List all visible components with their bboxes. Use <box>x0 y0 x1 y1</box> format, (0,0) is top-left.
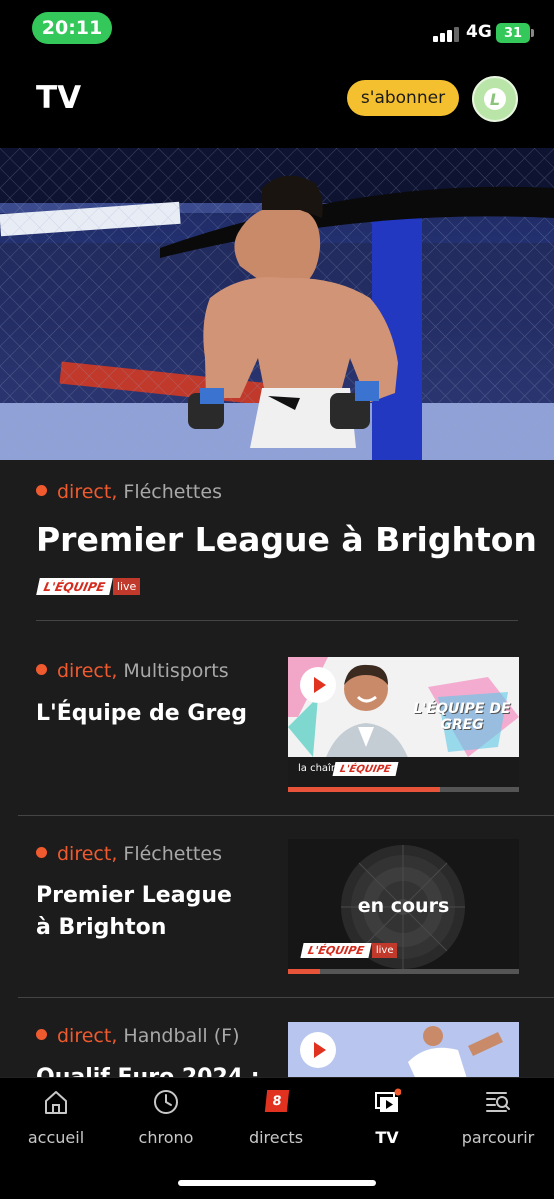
tab-parcourir[interactable]: parcourir <box>443 1078 553 1158</box>
signal-icon <box>433 26 461 42</box>
battery-cap <box>531 29 534 37</box>
hero-live-label: direct, <box>57 481 118 503</box>
row-1-thumb-brand: L'ÉQUIPE <box>332 762 399 776</box>
divider <box>36 620 518 621</box>
row-2-category: Fléchettes <box>123 843 222 865</box>
row-1-thumbnail[interactable]: L'ÉQUIPE DE GREG la chaîne L'ÉQUIPE <box>288 657 519 787</box>
brand-name: L'ÉQUIPE <box>36 578 113 595</box>
row-3-live-label: direct, <box>57 1025 118 1047</box>
profile-avatar[interactable]: L <box>472 76 518 122</box>
row-1-progress-bar <box>288 787 519 792</box>
tab-parcourir-label: parcourir <box>461 1128 535 1147</box>
divider <box>18 997 554 998</box>
row-3-meta: direct, Handball (F) <box>36 1025 240 1047</box>
top-header: TV s'abonner L <box>0 62 554 148</box>
subscribe-button[interactable]: s'abonner <box>347 80 459 116</box>
divider <box>18 815 554 816</box>
tab-directs[interactable]: 8 directs <box>221 1078 331 1158</box>
row-2-thumb-brand-logo: L'ÉQUIPE live <box>300 943 398 958</box>
clock-icon <box>154 1090 178 1114</box>
tab-accueil-label: accueil <box>27 1128 85 1147</box>
avatar-letter: L <box>484 88 506 110</box>
live-dot-icon <box>36 664 47 675</box>
hero-brand-logo: L'ÉQUIPE live <box>36 578 141 595</box>
hero-meta: direct, Fléchettes <box>36 481 222 503</box>
tab-chrono[interactable]: chrono <box>111 1078 221 1158</box>
tab-tv[interactable]: TV <box>332 1078 442 1158</box>
live-badge-icon: 8 <box>264 1090 290 1112</box>
row-1-progress-fill <box>288 787 441 792</box>
row-2-live-label: direct, <box>57 843 118 865</box>
browse-search-icon <box>486 1092 510 1112</box>
row-2-title[interactable]: Premier League à Brighton <box>36 880 246 944</box>
play-icon[interactable] <box>300 1032 336 1068</box>
live-dot-icon <box>36 847 47 858</box>
row-1-meta: direct, Multisports <box>36 660 229 682</box>
row-2-progress-bar <box>288 969 519 974</box>
row-1-live-label: direct, <box>57 660 118 682</box>
battery-icon: 31 <box>496 23 530 43</box>
row-2-thumb-brand: L'ÉQUIPE <box>300 943 372 958</box>
row-1-category: Multisports <box>123 660 229 682</box>
hero-video-image[interactable] <box>0 148 554 460</box>
battery-level: 31 <box>503 25 523 41</box>
row-3-category: Handball (F) <box>123 1025 240 1047</box>
tv-play-icon <box>375 1088 401 1112</box>
live-dot-icon <box>36 1029 47 1040</box>
app-screen: 20:11 4G 31 TV s'abonner L direct, Fléch… <box>0 0 554 1199</box>
network-type: 4G <box>466 22 492 42</box>
row-2-status: en cours <box>357 895 450 917</box>
live-dot-icon <box>36 485 47 496</box>
hero-title[interactable]: Premier League à Brighton <box>36 520 537 559</box>
row-1-thumb-brand-logo: L'ÉQUIPE <box>332 762 399 776</box>
play-icon[interactable] <box>300 667 336 703</box>
page-title: TV <box>36 80 82 116</box>
row-1-thumb-overlay: L'ÉQUIPE DE GREG <box>413 701 511 733</box>
home-icon <box>45 1091 67 1114</box>
home-indicator[interactable] <box>178 1180 376 1186</box>
row-2-progress-fill <box>288 969 321 974</box>
tab-tv-label: TV <box>375 1128 399 1147</box>
row-2-meta: direct, Fléchettes <box>36 843 222 865</box>
hero-category: Fléchettes <box>123 481 222 503</box>
status-time: 20:11 <box>32 12 112 44</box>
tab-accueil[interactable]: accueil <box>1 1078 111 1158</box>
tab-chrono-label: chrono <box>138 1128 194 1147</box>
hero-illustration <box>0 148 554 460</box>
brand-tag: live <box>112 578 141 595</box>
row-1-title[interactable]: L'Équipe de Greg <box>36 698 276 730</box>
tab-directs-label: directs <box>248 1128 304 1147</box>
status-bar: 20:11 4G 31 <box>0 0 554 62</box>
row-2-thumb-brand-tag: live <box>371 943 398 958</box>
row-2-thumbnail[interactable]: en cours L'ÉQUIPE live <box>288 839 519 969</box>
